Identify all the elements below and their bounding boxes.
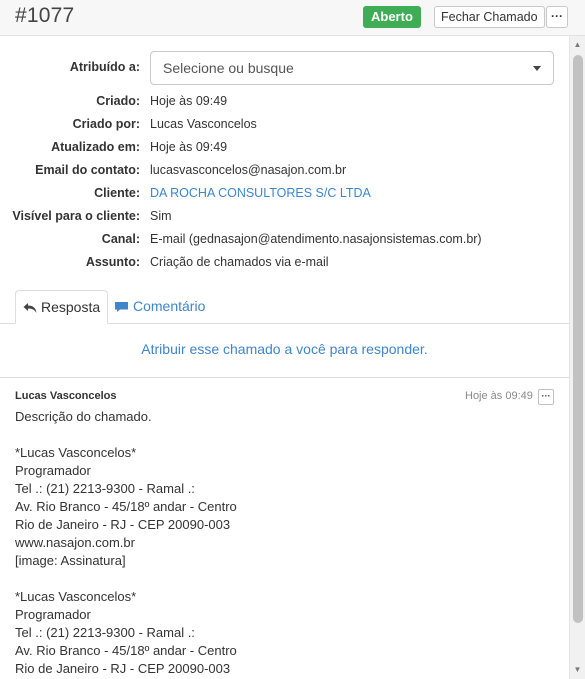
field-label: Assunto: [85,255,140,269]
field-label: Criado: [96,94,140,108]
message-line: Rio de Janeiro - RJ - CEP 20090-003 [15,517,231,532]
chevron-down-icon [533,66,541,71]
message-options-button[interactable]: ··· [538,389,554,405]
field-label: Criado por: [72,117,140,131]
message-line: *Lucas Vasconcelos* [15,445,137,460]
field-channel: Canal: E-mail (gednasajon@atendimento.na… [0,229,569,249]
assign-area: Atribuir esse chamado a você para respon… [0,324,569,378]
tab-comment[interactable]: Comentário [114,290,205,324]
message-time: Hoje às 09:49 [465,390,533,402]
close-ticket-button[interactable]: Fechar Chamado [434,6,545,28]
message-line: Rio de Janeiro - RJ - CEP 20090-003 [15,661,231,676]
reply-tabs: Resposta Comentário [0,290,569,324]
field-contact-email: Email do contato: lucasvasconcelos@nasaj… [0,160,569,180]
field-value: lucasvasconcelos@nasajon.com.br [150,163,347,177]
message-author: Lucas Vasconcelos [15,390,117,402]
field-label: Cliente: [94,186,140,200]
message-line: [image: Assinatura] [15,553,126,568]
assignee-select[interactable]: Selecione ou busque [150,51,554,85]
ticket-number: #1077 [15,4,75,27]
field-created: Criado: Hoje às 09:49 [0,91,569,111]
status-badge[interactable]: Aberto [363,6,421,28]
message-line: *Lucas Vasconcelos* [15,589,137,604]
field-value: Hoje às 09:49 [150,94,228,108]
field-label: Visível para o cliente: [12,209,140,223]
ticket-header: #1077 Aberto Fechar Chamado ··· [0,0,585,36]
assignee-placeholder: Selecione ou busque [163,60,294,76]
tab-comment-label: Comentário [133,298,206,314]
scroll-thumb[interactable] [573,55,583,623]
field-value: E-mail (gednasajon@atendimento.nasajonsi… [150,232,482,246]
field-value: Sim [150,209,172,223]
field-updated: Atualizado em: Hoje às 09:49 [0,137,569,157]
message-line: Programador [15,607,91,622]
scroll-down-arrow-icon[interactable]: ▼ [570,665,585,675]
client-link[interactable]: DA ROCHA CONSULTORES S/C LTDA [150,183,371,203]
message-line [15,570,555,588]
message-body: Descrição do chamado. *Lucas Vasconcelos… [15,408,555,678]
message-line: www.nasajon.com.br [15,535,135,550]
assigned-label: Atribuído a: [69,60,140,74]
field-created-by: Criado por: Lucas Vasconcelos [0,114,569,134]
scrollbar[interactable]: ▲ ▼ [569,36,585,679]
field-label: Atualizado em: [51,140,140,154]
field-client: Cliente: DA ROCHA CONSULTORES S/C LTDA [0,183,569,203]
field-value: Criação de chamados via e-mail [150,255,329,269]
tab-reply-label: Resposta [41,299,101,315]
message-line: Tel .: (21) 2213-9300 - Ramal .: [15,481,195,496]
assign-to-me-link[interactable]: Atribuir esse chamado a você para respon… [0,341,569,357]
message-line: Av. Rio Branco - 45/18º andar - Centro [15,499,237,514]
message-line: Descrição do chamado. [15,409,152,424]
field-value: Lucas Vasconcelos [150,117,257,131]
message-line: Programador [15,463,91,478]
field-visible-to-client: Visível para o cliente: Sim [0,206,569,226]
field-value: Hoje às 09:49 [150,140,228,154]
message-line [15,426,555,444]
field-label: Email do contato: [35,163,140,177]
reply-arrow-icon [23,303,37,313]
tab-reply[interactable]: Resposta [15,290,109,324]
more-options-button[interactable]: ··· [546,6,568,28]
message-line: Tel .: (21) 2213-9300 - Ramal .: [15,625,195,640]
field-subject: Assunto: Criação de chamados via e-mail [0,252,569,272]
comment-bubble-icon [115,302,128,312]
scroll-up-arrow-icon[interactable]: ▲ [570,40,585,50]
message-line: Av. Rio Branco - 45/18º andar - Centro [15,643,237,658]
field-label: Canal: [101,232,140,246]
